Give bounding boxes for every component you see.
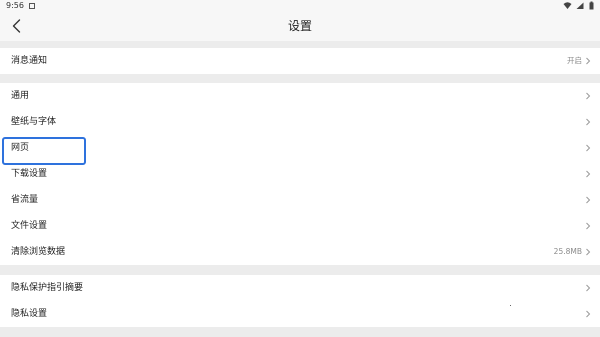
row-file-settings[interactable]: 文件设置 <box>0 213 600 239</box>
row-data-saver[interactable]: 省流量 <box>0 187 600 213</box>
row-label: 消息通知 <box>11 56 48 66</box>
row-webpage[interactable]: 网页 <box>0 135 600 161</box>
row-privacy-summary[interactable]: 隐私保护指引摘要 <box>0 275 600 301</box>
row-message-notifications[interactable]: 消息通知 开启 <box>0 48 600 74</box>
notification-icon <box>29 3 35 9</box>
row-label: 壁纸与字体 <box>11 117 57 127</box>
chevron-right-icon <box>586 310 591 318</box>
chevron-right-icon <box>586 248 591 256</box>
row-value: 25.8MB <box>553 247 582 256</box>
battery-icon <box>589 1 594 10</box>
row-label: 文件设置 <box>11 221 48 231</box>
chevron-right-icon <box>586 284 591 292</box>
chevron-right-icon <box>586 222 591 230</box>
chevron-right-icon <box>586 92 591 100</box>
page-title: 设置 <box>287 19 312 33</box>
row-value: 开启 <box>567 56 582 65</box>
status-bar: 9:56 <box>0 0 600 12</box>
row-label: 下载设置 <box>11 169 48 179</box>
chevron-right-icon <box>586 144 591 152</box>
settings-group-general: 通用 壁纸与字体 网页 下载设置 省流量 文件设置 清除浏览数据 25.8MB <box>0 83 600 265</box>
chevron-right-icon <box>586 170 591 178</box>
row-download-settings[interactable]: 下载设置 <box>0 161 600 187</box>
row-label: 通用 <box>11 91 30 101</box>
wifi-icon <box>563 2 572 9</box>
signal-icon <box>576 2 584 9</box>
row-label: 省流量 <box>11 195 39 205</box>
chevron-right-icon <box>586 118 591 126</box>
chevron-right-icon <box>586 196 591 204</box>
status-time: 9:56 <box>6 1 24 10</box>
status-indicators <box>561 0 594 12</box>
row-label: 网页 <box>11 143 30 153</box>
nav-bar: 设置 <box>0 12 600 41</box>
row-label: 隐私保护指引摘要 <box>11 283 84 293</box>
row-label: 清除浏览数据 <box>11 247 66 257</box>
stray-dot <box>510 305 511 306</box>
row-label: 隐私设置 <box>11 309 48 319</box>
chevron-right-icon <box>586 57 591 65</box>
row-wallpaper-font[interactable]: 壁纸与字体 <box>0 109 600 135</box>
row-general[interactable]: 通用 <box>0 83 600 109</box>
settings-group-privacy: 隐私保护指引摘要 隐私设置 <box>0 275 600 327</box>
settings-group-notifications: 消息通知 开启 <box>0 48 600 74</box>
row-clear-browsing-data[interactable]: 清除浏览数据 25.8MB <box>0 239 600 265</box>
